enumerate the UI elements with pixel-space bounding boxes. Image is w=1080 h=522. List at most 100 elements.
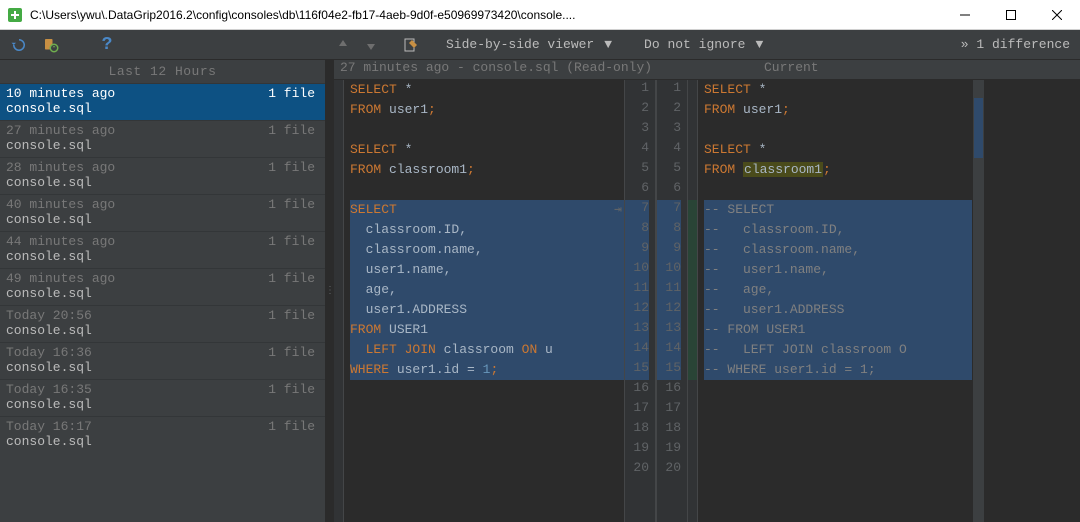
sidebar-header: Last 12 Hours (0, 60, 325, 83)
diff-area: 27 minutes ago - console.sql (Read-only)… (334, 60, 1080, 522)
right-gutter (688, 80, 698, 522)
line-number: 5 (625, 160, 649, 180)
arrow-up-icon[interactable] (332, 34, 354, 56)
line-number: 7 (625, 200, 649, 220)
line-number: 11 (657, 280, 681, 300)
arrow-down-icon[interactable] (360, 34, 382, 56)
history-time: 44 minutes ago (6, 234, 115, 249)
code-line: user1.ADDRESS (350, 300, 624, 320)
line-number: 19 (657, 440, 681, 460)
line-number: 13 (657, 320, 681, 340)
history-file: console.sql (6, 434, 315, 449)
undo-icon[interactable] (8, 34, 30, 56)
history-file: console.sql (6, 175, 315, 190)
history-meta: 1 file (268, 308, 315, 323)
minimize-button[interactable] (942, 0, 988, 30)
diff-count-label: » 1 difference (961, 37, 1080, 52)
line-number: 16 (657, 380, 681, 400)
diff-left-pane[interactable]: SELECT *FROM user1;SELECT *FROM classroo… (334, 80, 624, 522)
code-line (350, 180, 624, 200)
code-line (350, 380, 624, 400)
history-meta: 1 file (268, 419, 315, 434)
diff-marker[interactable] (974, 98, 983, 158)
window-controls (942, 0, 1080, 30)
edit-icon[interactable] (400, 34, 422, 56)
code-line: classroom.name, (350, 240, 624, 260)
code-line: classroom.ID, (350, 220, 624, 240)
line-number: 3 (625, 120, 649, 140)
history-item[interactable]: 27 minutes ago1 fileconsole.sql (0, 120, 325, 157)
history-meta: 1 file (268, 234, 315, 249)
maximize-button[interactable] (988, 0, 1034, 30)
line-number: 4 (625, 140, 649, 160)
code-line (350, 400, 624, 420)
history-item[interactable]: Today 16:171 fileconsole.sql (0, 416, 325, 453)
history-meta: 1 file (268, 271, 315, 286)
ignore-mode-label: Do not ignore (644, 37, 745, 52)
code-line: -- FROM USER1 (704, 320, 972, 340)
line-number: 19 (625, 440, 649, 460)
history-item[interactable]: 44 minutes ago 1 fileconsole.sql (0, 231, 325, 268)
chevron-down-icon: ▼ (604, 37, 612, 52)
line-number: 10 (657, 260, 681, 280)
code-line (350, 440, 624, 460)
viewer-mode-label: Side-by-side viewer (446, 37, 594, 52)
history-meta: 1 file (268, 86, 315, 101)
history-item[interactable]: 49 minutes ago1 fileconsole.sql (0, 268, 325, 305)
code-line: FROM user1; (350, 100, 624, 120)
close-button[interactable] (1034, 0, 1080, 30)
line-number-gutter: 1234567891011121314151617181920 12345678… (624, 80, 688, 522)
history-file: console.sql (6, 138, 315, 153)
toolbar: ? Side-by-side viewer ▼ Do not ignore ▼ … (0, 30, 1080, 60)
code-line (350, 120, 624, 140)
code-line (704, 440, 972, 460)
line-number: 8 (657, 220, 681, 240)
app-icon (7, 7, 23, 23)
history-item[interactable]: Today 16:361 fileconsole.sql (0, 342, 325, 379)
line-number: 15 (657, 360, 681, 380)
diff-right-pane[interactable]: SELECT *FROM user1;SELECT *FROM classroo… (688, 80, 972, 522)
code-line: SELECT (350, 200, 624, 220)
ignore-mode-dropdown[interactable]: Do not ignore ▼ (638, 35, 769, 54)
line-number: 6 (657, 180, 681, 200)
code-line: WHERE user1.id = 1; (350, 360, 624, 380)
code-line: FROM classroom1; (350, 160, 624, 180)
history-file: console.sql (6, 101, 315, 116)
history-item[interactable]: 10 minutes ago 1 fileconsole.sql (0, 83, 325, 120)
history-file: console.sql (6, 323, 315, 338)
code-line (704, 460, 972, 480)
line-number: 2 (625, 100, 649, 120)
history-file: console.sql (6, 397, 315, 412)
code-line: SELECT * (350, 140, 624, 160)
diff-left-header: 27 minutes ago - console.sql (Read-only) (334, 60, 758, 79)
history-item[interactable]: Today 20:561 fileconsole.sql (0, 305, 325, 342)
history-item[interactable]: 28 minutes ago1 fileconsole.sql (0, 157, 325, 194)
collapse-icon[interactable]: ⇥ (614, 200, 622, 220)
history-item[interactable]: 40 minutes ago1 fileconsole.sql (0, 194, 325, 231)
overview-ruler[interactable] (972, 80, 984, 522)
code-line: -- classroom.ID, (704, 220, 972, 240)
code-line (704, 420, 972, 440)
history-file: console.sql (6, 249, 315, 264)
line-number: 3 (657, 120, 681, 140)
help-icon[interactable]: ? (96, 34, 118, 56)
history-time: 40 minutes ago (6, 197, 115, 212)
code-line (704, 400, 972, 420)
splitter[interactable]: ⋮ (326, 60, 334, 522)
line-number: 18 (657, 420, 681, 440)
history-item[interactable]: Today 16:351 fileconsole.sql (0, 379, 325, 416)
line-number: 12 (625, 300, 649, 320)
history-meta: 1 file (268, 382, 315, 397)
line-number: 14 (657, 340, 681, 360)
history-file: console.sql (6, 286, 315, 301)
line-number: 10 (625, 260, 649, 280)
window-title: C:\Users\ywu\.DataGrip2016.2\config\cons… (30, 8, 942, 22)
history-time: 27 minutes ago (6, 123, 115, 138)
code-line (350, 420, 624, 440)
history-time: 10 minutes ago (6, 86, 115, 101)
history-meta: 1 file (268, 160, 315, 175)
code-line (704, 380, 972, 400)
code-line: -- user1.name, (704, 260, 972, 280)
viewer-mode-dropdown[interactable]: Side-by-side viewer ▼ (440, 35, 618, 54)
refresh-icon[interactable] (40, 34, 62, 56)
